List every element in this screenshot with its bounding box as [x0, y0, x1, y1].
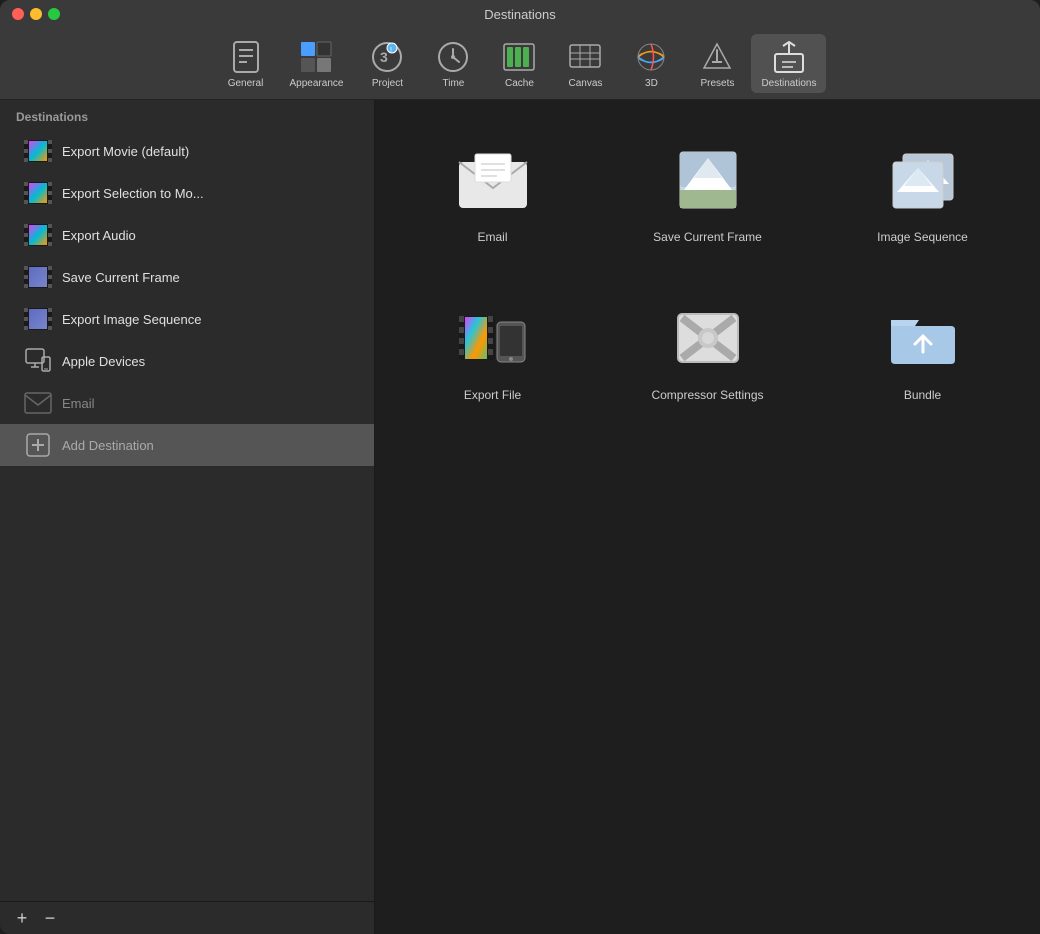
- sidebar-item-email[interactable]: Email: [0, 382, 374, 424]
- minimize-button[interactable]: [30, 8, 42, 20]
- image-sequence-card-label: Image Sequence: [877, 230, 968, 244]
- canvas-icon: [566, 38, 604, 76]
- right-panel: Email Save Cu: [375, 100, 1040, 934]
- cache-icon: [500, 38, 538, 76]
- dest-card-bundle[interactable]: Bundle: [825, 278, 1020, 416]
- film-icon-export-audio: [24, 221, 52, 249]
- add-destination-label: Add Destination: [62, 438, 154, 453]
- export-audio-label: Export Audio: [62, 228, 136, 243]
- toolbar-item-project[interactable]: 3 ! Project: [355, 34, 419, 93]
- image-sequence-card-icon: [883, 140, 963, 220]
- presets-label: Presets: [701, 78, 735, 89]
- toolbar-item-destinations[interactable]: Destinations: [751, 34, 826, 93]
- maximize-button[interactable]: [48, 8, 60, 20]
- appearance-icon: [297, 38, 335, 76]
- dest-card-compressor-settings[interactable]: Compressor Settings: [610, 278, 805, 416]
- main-window: Destinations General: [0, 0, 1040, 934]
- project-label: Project: [372, 78, 403, 89]
- sidebar-item-export-movie[interactable]: Export Movie (default): [0, 130, 374, 172]
- save-frame-card-icon: [668, 140, 748, 220]
- traffic-lights: [12, 8, 60, 20]
- add-button[interactable]: +: [12, 908, 32, 928]
- toolbar-item-3d[interactable]: 3D: [619, 34, 683, 93]
- sidebar-bottom: + −: [0, 901, 374, 934]
- destinations-label: Destinations: [761, 78, 816, 89]
- general-label: General: [228, 78, 264, 89]
- time-label: Time: [443, 78, 465, 89]
- film-icon-export-movie: [24, 137, 52, 165]
- export-selection-label: Export Selection to Mo...: [62, 186, 204, 201]
- dest-card-export-file[interactable]: Export File: [395, 278, 590, 416]
- sidebar-item-apple-devices[interactable]: Apple Devices: [0, 340, 374, 382]
- sidebar-list: Export Movie (default): [0, 130, 374, 901]
- bundle-card-label: Bundle: [904, 388, 941, 402]
- apple-devices-label: Apple Devices: [62, 354, 145, 369]
- save-frame-label: Save Current Frame: [62, 270, 180, 285]
- 3d-label: 3D: [645, 78, 658, 89]
- toolbar-item-time[interactable]: Time: [421, 34, 485, 93]
- project-icon: 3 !: [368, 38, 406, 76]
- film-gradient-icon-save-frame: [24, 263, 52, 291]
- sidebar-header: Destinations: [0, 100, 374, 130]
- 3d-icon: [632, 38, 670, 76]
- toolbar: General Appearance 3 !: [0, 28, 1040, 100]
- compressor-settings-card-label: Compressor Settings: [651, 388, 763, 402]
- apple-device-icon: [24, 347, 52, 375]
- email-label: Email: [62, 396, 95, 411]
- email-card-label: Email: [477, 230, 507, 244]
- film-icon-export-selection: [24, 179, 52, 207]
- appearance-label: Appearance: [290, 78, 344, 89]
- bundle-card-icon: [883, 298, 963, 378]
- window-title: Destinations: [484, 7, 556, 22]
- export-file-card-label: Export File: [464, 388, 521, 402]
- sidebar-item-add-destination[interactable]: Add Destination: [0, 424, 374, 466]
- svg-text:3: 3: [380, 49, 388, 65]
- remove-button[interactable]: −: [40, 908, 60, 928]
- export-movie-label: Export Movie (default): [62, 144, 189, 159]
- general-icon: [227, 38, 265, 76]
- export-image-seq-label: Export Image Sequence: [62, 312, 201, 327]
- main-content: Destinations: [0, 100, 1040, 934]
- sidebar-item-export-selection[interactable]: Export Selection to Mo...: [0, 172, 374, 214]
- toolbar-item-cache[interactable]: Cache: [487, 34, 551, 93]
- time-icon: [434, 38, 472, 76]
- cache-label: Cache: [505, 78, 534, 89]
- sidebar-item-export-image-seq[interactable]: Export Image Sequence: [0, 298, 374, 340]
- email-dim-icon: [24, 389, 52, 417]
- plus-icon: [24, 431, 52, 459]
- toolbar-item-canvas[interactable]: Canvas: [553, 34, 617, 93]
- export-file-card-icon: [453, 298, 533, 378]
- toolbar-item-appearance[interactable]: Appearance: [280, 34, 354, 93]
- dest-card-email[interactable]: Email: [395, 120, 590, 258]
- svg-text:!: !: [390, 47, 392, 54]
- toolbar-item-general[interactable]: General: [214, 34, 278, 93]
- toolbar-item-presets[interactable]: Presets: [685, 34, 749, 93]
- titlebar: Destinations: [0, 0, 1040, 28]
- presets-icon: [698, 38, 736, 76]
- save-frame-card-label: Save Current Frame: [653, 230, 762, 244]
- email-card-icon: [453, 140, 533, 220]
- dest-card-save-current-frame[interactable]: Save Current Frame: [610, 120, 805, 258]
- sidebar-item-export-audio[interactable]: Export Audio: [0, 214, 374, 256]
- sidebar-item-save-frame[interactable]: Save Current Frame: [0, 256, 374, 298]
- compressor-card-icon: [668, 298, 748, 378]
- film-gradient-icon-image-seq: [24, 305, 52, 333]
- sidebar: Destinations: [0, 100, 375, 934]
- canvas-label: Canvas: [569, 78, 603, 89]
- destinations-icon: [770, 38, 808, 76]
- close-button[interactable]: [12, 8, 24, 20]
- dest-card-image-sequence[interactable]: Image Sequence: [825, 120, 1020, 258]
